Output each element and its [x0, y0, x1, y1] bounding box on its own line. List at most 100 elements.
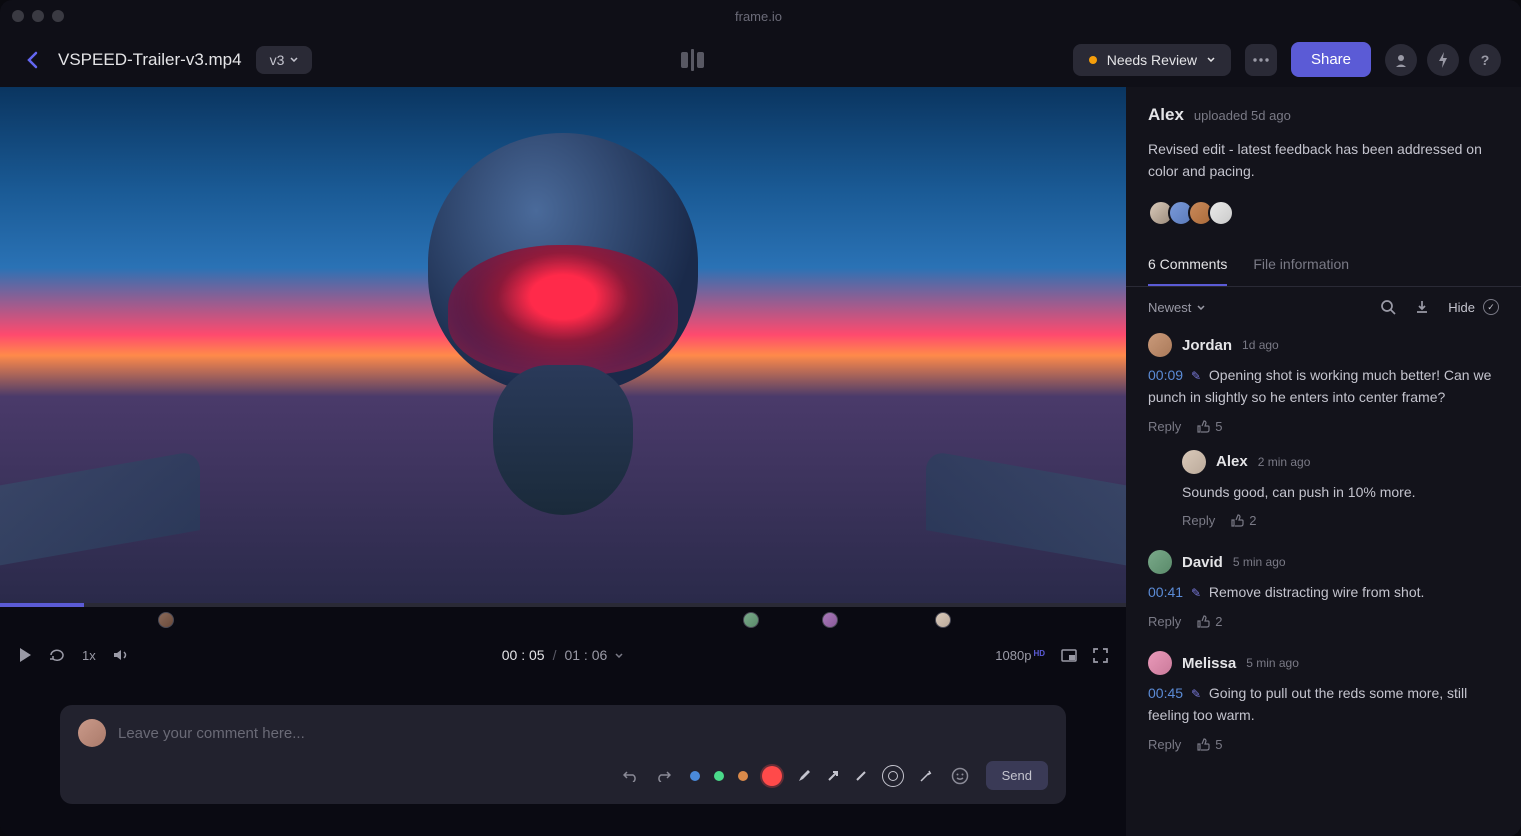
maximize-window-icon[interactable]	[52, 10, 64, 22]
reply-button[interactable]: Reply	[1182, 513, 1215, 528]
hide-label: Hide	[1448, 300, 1475, 315]
color-green[interactable]	[714, 771, 724, 781]
pip-button[interactable]	[1061, 649, 1077, 662]
upload-description: Revised edit - latest feedback has been …	[1148, 139, 1499, 182]
check-circle-icon: ✓	[1483, 299, 1499, 315]
avatar	[1208, 200, 1234, 226]
video-frame[interactable]	[0, 87, 1126, 603]
comment-item: Jordan 1d ago 00:09 ✎ Opening shot is wo…	[1148, 333, 1499, 528]
fullscreen-button[interactable]	[1093, 648, 1108, 663]
chevron-down-icon	[1197, 305, 1205, 310]
play-button[interactable]	[18, 647, 32, 663]
more-options-button[interactable]	[1245, 44, 1277, 76]
reply-button[interactable]: Reply	[1148, 737, 1181, 752]
like-button[interactable]: 5	[1197, 737, 1222, 752]
time-separator: /	[553, 647, 557, 663]
color-blue[interactable]	[690, 771, 700, 781]
tab-file-info[interactable]: File information	[1253, 244, 1349, 286]
comment-marker[interactable]	[822, 612, 838, 628]
record-tool[interactable]	[882, 765, 904, 787]
activity-button[interactable]	[1427, 44, 1459, 76]
status-label: Needs Review	[1107, 52, 1197, 68]
minimize-window-icon[interactable]	[32, 10, 44, 22]
titlebar: frame.io	[0, 0, 1521, 32]
comment-marker[interactable]	[158, 612, 174, 628]
back-button[interactable]	[20, 48, 44, 72]
search-icon	[1380, 299, 1396, 315]
color-orange[interactable]	[738, 771, 748, 781]
comment-author: Melissa	[1182, 655, 1236, 672]
resolution-selector[interactable]: 1080p HD	[995, 648, 1045, 663]
comment-time: 5 min ago	[1233, 555, 1286, 569]
comment-text: Sounds good, can push in 10% more.	[1182, 484, 1416, 500]
comment-text: Remove distracting wire from shot.	[1209, 584, 1425, 600]
sort-selector[interactable]: Newest	[1148, 300, 1205, 315]
share-button[interactable]: Share	[1291, 42, 1371, 77]
collaborator-avatars[interactable]	[1148, 200, 1499, 226]
color-red-selected[interactable]	[762, 766, 782, 786]
thumbs-up-icon	[1197, 615, 1210, 628]
chevron-down-icon[interactable]	[615, 653, 623, 658]
emoji-button[interactable]	[948, 764, 972, 788]
like-count: 5	[1215, 737, 1222, 752]
like-button[interactable]: 5	[1197, 419, 1222, 434]
question-icon: ?	[1481, 52, 1490, 68]
download-button[interactable]	[1414, 299, 1430, 315]
timecode-link[interactable]: 00:45	[1148, 685, 1183, 701]
comment-item: Melissa 5 min ago 00:45 ✎ Going to pull …	[1148, 651, 1499, 751]
like-button[interactable]: 2	[1231, 513, 1256, 528]
comment-marker[interactable]	[743, 612, 759, 628]
avatar	[1148, 651, 1172, 675]
reply-item: Alex 2 min ago Sounds good, can push in …	[1182, 450, 1499, 529]
arrow-tool[interactable]	[826, 769, 840, 783]
status-dot-icon	[1089, 56, 1097, 64]
like-button[interactable]: 2	[1197, 614, 1222, 629]
topbar: VSPEED-Trailer-v3.mp4 v3 Needs Review Sh…	[0, 32, 1521, 87]
annotation-icon: ✎	[1191, 687, 1201, 701]
loop-icon	[48, 648, 66, 662]
status-selector[interactable]: Needs Review	[1073, 44, 1231, 76]
version-label: v3	[270, 52, 285, 68]
profile-button[interactable]	[1385, 44, 1417, 76]
like-count: 2	[1215, 614, 1222, 629]
smile-icon	[951, 767, 969, 785]
compare-view-button[interactable]	[681, 49, 704, 71]
current-time: 00 : 05	[502, 647, 545, 663]
comment-input[interactable]	[118, 725, 1048, 742]
magic-tool[interactable]	[918, 768, 934, 784]
reply-button[interactable]: Reply	[1148, 614, 1181, 629]
chevron-down-icon	[1207, 57, 1215, 62]
tab-comments[interactable]: 6 Comments	[1148, 244, 1227, 286]
search-button[interactable]	[1380, 299, 1396, 315]
timecode-link[interactable]: 00:09	[1148, 367, 1183, 383]
version-selector[interactable]: v3	[256, 46, 313, 74]
close-window-icon[interactable]	[12, 10, 24, 22]
duration: 01 : 06	[564, 647, 607, 663]
playback-speed[interactable]: 1x	[82, 648, 96, 663]
volume-button[interactable]	[112, 648, 130, 662]
reply-button[interactable]: Reply	[1148, 419, 1181, 434]
comment-author: Jordan	[1182, 337, 1232, 354]
time-display: 00 : 05 / 01 : 06	[146, 647, 980, 663]
send-button[interactable]: Send	[986, 761, 1048, 790]
sort-label: Newest	[1148, 300, 1191, 315]
user-icon	[1394, 53, 1408, 67]
speaker-icon	[112, 648, 130, 662]
comment-author: Alex	[1216, 453, 1248, 470]
help-button[interactable]: ?	[1469, 44, 1501, 76]
undo-button[interactable]	[618, 764, 642, 788]
avatar	[1148, 550, 1172, 574]
video-area: 1x 00 : 05 / 01 : 06 1080p HD	[0, 87, 1126, 836]
thumbs-up-icon	[1231, 514, 1244, 527]
timecode-link[interactable]: 00:41	[1148, 584, 1183, 600]
sidebar: Alex uploaded 5d ago Revised edit - late…	[1126, 87, 1521, 836]
loop-button[interactable]	[48, 648, 66, 662]
thumbs-up-icon	[1197, 420, 1210, 433]
fullscreen-icon	[1093, 648, 1108, 663]
hd-badge: HD	[1033, 649, 1045, 658]
line-tool[interactable]	[854, 769, 868, 783]
redo-button[interactable]	[652, 764, 676, 788]
hide-resolved-toggle[interactable]: Hide ✓	[1448, 299, 1499, 315]
comment-marker[interactable]	[935, 612, 951, 628]
brush-tool[interactable]	[796, 768, 812, 784]
